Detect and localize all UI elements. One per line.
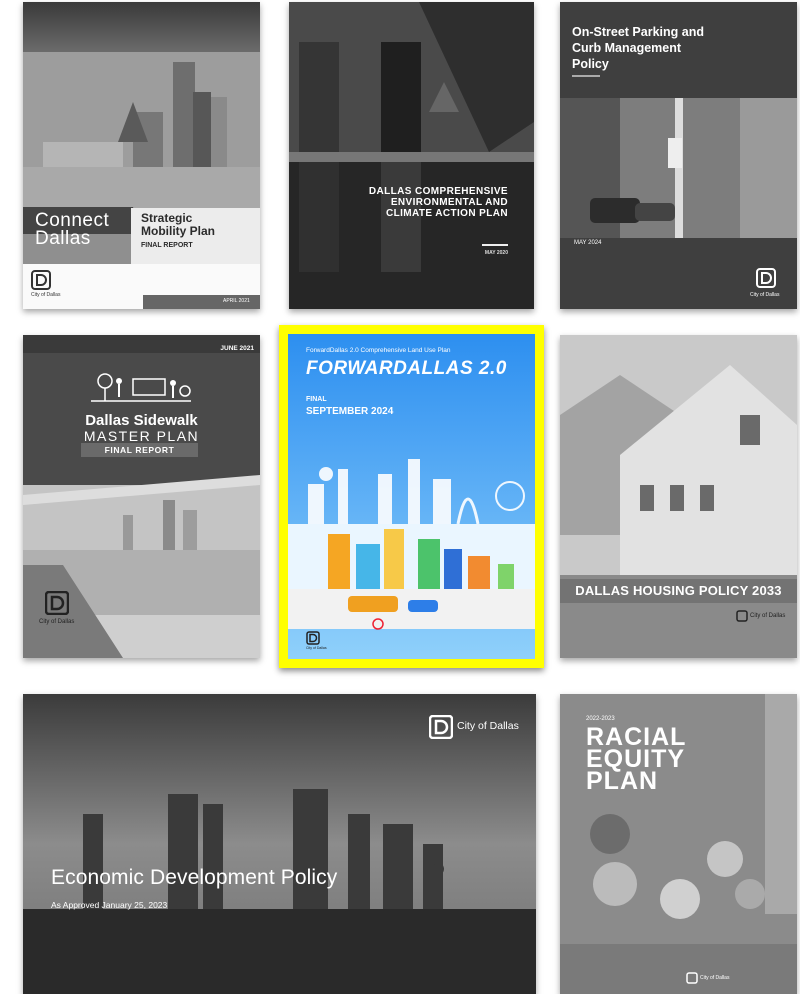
city-of-dallas-logo-icon (756, 268, 776, 288)
publisher-label: City of Dallas (31, 292, 61, 298)
publisher-label: City of Dallas (457, 720, 519, 732)
cover-subtitle: FINAL REPORT (104, 445, 175, 455)
forward-dallas-cover[interactable]: ForwardDallas 2.0 Comprehensive Land Use… (279, 325, 544, 668)
cover-subtitle: ForwardDallas 2.0 Comprehensive Land Use… (306, 347, 451, 354)
reflection-skyline-photo (289, 2, 534, 309)
connect-dallas-cover[interactable]: Connect Dallas Strategic Mobility Plan F… (23, 2, 260, 309)
cover-date: APRIL 2021 (223, 298, 250, 304)
cover-title: DALLAS COMPREHENSIVE ENVIRONMENTAL AND C… (368, 186, 508, 219)
sidewalk-plan-cover[interactable]: JUNE 2021 Dallas Sidewalk MASTER PLAN FI… (23, 335, 260, 658)
cover-subtitle: FINAL REPORT (141, 242, 193, 249)
parking-policy-cover[interactable]: On-Street Parking and Curb Management Po… (560, 2, 797, 309)
status-label: FINAL (306, 396, 327, 403)
cover-title: DALLAS HOUSING POLICY 2033 (575, 583, 782, 598)
publisher-label: City of Dallas (750, 292, 780, 298)
cover-date: JUNE 2021 (220, 345, 254, 352)
city-of-dallas-logo-icon (31, 270, 51, 290)
publisher-label: City of Dallas (750, 613, 786, 619)
city-illustration (288, 334, 535, 659)
rail-photo-strip (23, 2, 260, 52)
city-of-dallas-logo-icon (686, 972, 698, 984)
plan-year: 2022-2023 (586, 716, 615, 722)
street-photo (560, 98, 797, 238)
publisher-label: City of Dallas (306, 646, 327, 650)
economic-development-cover[interactable]: City of Dallas Economic Development Poli… (23, 694, 536, 994)
publisher-label: City of Dallas (700, 975, 730, 981)
city-of-dallas-logo-icon (736, 610, 748, 622)
houses-photo (560, 335, 797, 658)
cover-title: On-Street Parking and Curb Management Po… (572, 25, 704, 71)
city-of-dallas-logo-icon (306, 631, 320, 645)
connect-dallas-logo: Connect Dallas (35, 210, 110, 249)
cover-title: Strategic Mobility Plan (141, 211, 216, 238)
forward-dallas-logo: FORWARDALLAS 2.0 (306, 358, 507, 379)
cover-date: MAY 2024 (574, 240, 602, 246)
city-of-dallas-logo-icon (429, 715, 453, 739)
cover-date: SEPTEMBER 2024 (306, 406, 394, 417)
cover-title-line-2: MASTER PLAN (83, 428, 200, 444)
publisher-label: City of Dallas (39, 619, 75, 625)
pedestrians-icon (91, 373, 191, 402)
cover-title: RACIAL EQUITY PLAN (586, 723, 687, 795)
cover-title: Economic Development Policy (51, 866, 338, 889)
cover-date: MAY 2020 (484, 250, 508, 256)
racial-equity-cover[interactable]: 2022-2023 RACIAL EQUITY PLAN City of Dal… (560, 694, 797, 994)
skyline-photo (23, 694, 536, 994)
title-rule (482, 244, 508, 246)
cover-title: Dallas Sidewalk (85, 412, 198, 429)
housing-policy-cover[interactable]: DALLAS HOUSING POLICY 2033 City of Dalla… (560, 335, 797, 658)
city-of-dallas-logo-icon (45, 591, 69, 615)
cover-subtitle: As Approved January 25, 2023 (51, 900, 168, 910)
environmental-plan-cover[interactable]: DALLAS COMPREHENSIVE ENVIRONMENTAL AND C… (289, 2, 534, 309)
title-underline (572, 75, 600, 77)
